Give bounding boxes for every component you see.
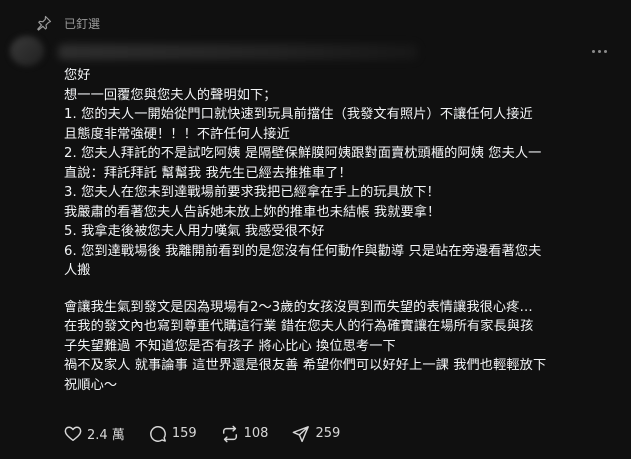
post-line: 子失望難過 不知道您是否有孩子 將心比心 換位思考一下 — [64, 338, 396, 354]
share-button[interactable]: 259 — [292, 425, 340, 443]
share-count: 259 — [315, 426, 341, 441]
post-line: 且態度非常強硬！！！不許任何人接近 — [64, 126, 290, 142]
comment-count: 159 — [171, 426, 197, 441]
heart-icon — [64, 425, 82, 443]
blurred-author-info — [58, 44, 418, 60]
action-bar: 2.4 萬 159 108 259 — [64, 424, 364, 443]
avatar[interactable] — [10, 36, 44, 66]
pinned-indicator: 已釘選 — [36, 10, 100, 36]
post-line: 您好 — [64, 68, 91, 83]
post-line: 在我的發文內也寫到尊重代購這行業 錯在您夫人的行為確實讓在場所有家長與孩 — [64, 319, 534, 334]
post-line: 祝順心～ — [64, 377, 118, 393]
post-line: 人搬 — [64, 263, 91, 278]
post-line: 3. 您夫人在您未到達戰場前要求我把已經拿在手上的玩具放下！ — [64, 185, 440, 200]
share-icon — [292, 425, 310, 443]
repost-icon — [221, 425, 239, 443]
comment-button[interactable]: 159 — [149, 425, 197, 443]
post-line: 6. 您到達戰場後 我離開前看到的是您沒有任何動作與勸導 只是站在旁邊看著您夫 — [64, 243, 542, 259]
more-icon[interactable] — [588, 40, 610, 62]
post-body: 您好 想一一回覆您與您夫人的聲明如下； 1. 您的夫人一開始從門口就快速到玩具前… — [64, 66, 619, 395]
post-line: 直說：拜託拜託 幫幫我 我先生已經去推推車了！ — [64, 165, 352, 181]
post-line: 我嚴肅的看著您夫人告訴她未放上妳的推車也未結帳 我就要拿！ — [64, 204, 441, 220]
post-line: 1. 您的夫人一開始從門口就快速到玩具前擋住（我發文有照片）不讓任何人接近 — [64, 107, 533, 122]
comment-icon — [149, 425, 167, 443]
like-button[interactable]: 2.4 萬 — [64, 424, 125, 443]
like-count: 2.4 萬 — [87, 428, 125, 443]
post-line: 禍不及家人 就事論事 這世界還是很友善 希望你們可以好好上一課 我們也輕輕放下 — [64, 358, 547, 373]
repost-count: 108 — [243, 426, 269, 441]
pin-icon — [36, 15, 52, 31]
repost-button[interactable]: 108 — [221, 425, 269, 443]
pinned-label: 已釘選 — [64, 16, 101, 31]
post-line: 想一一回覆您與您夫人的聲明如下； — [64, 87, 277, 103]
post-line: 2. 您夫人拜託的不是試吃阿姨 是隔壁保鮮膜阿姨跟對面賣枕頭櫃的阿姨 您夫人一 — [64, 146, 542, 161]
author-header — [10, 36, 610, 66]
post-line: 5. 我拿走後被您夫人用力嘆氣 我感受很不好 — [64, 224, 325, 239]
post-line: 會讓我生氣到發文是因為現場有2～3歲的女孩沒買到而失望的表情讓我很心疼… — [64, 299, 533, 315]
